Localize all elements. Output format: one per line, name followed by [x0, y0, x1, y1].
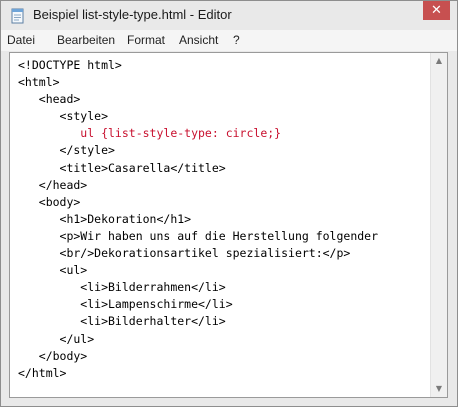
menu-bar: Datei Bearbeiten Format Ansicht ?	[1, 30, 457, 51]
vertical-scrollbar[interactable]: ▲ ▼	[430, 53, 447, 397]
code-line: <title>Casarella</title>	[18, 160, 226, 175]
notepad-icon	[11, 8, 24, 24]
code-line: <p>Wir haben uns auf die Herstellung fol…	[18, 228, 379, 243]
code-line: <li>Bilderrahmen</li>	[18, 280, 226, 295]
code-line: </body>	[18, 348, 88, 363]
menu-format[interactable]: Format	[127, 33, 165, 47]
code-line: <body>	[18, 194, 81, 209]
code-line: <li>Lampenschirme</li>	[18, 297, 233, 312]
window-title: Beispiel list-style-type.html - Editor	[33, 7, 232, 22]
scroll-up-icon[interactable]: ▲	[431, 53, 447, 69]
title-bar[interactable]: Beispiel list-style-type.html - Editor ✕	[1, 1, 457, 29]
code-line: <li>Bilderhalter</li>	[18, 314, 226, 329]
code-line: <style>	[18, 109, 109, 124]
code-line: <head>	[18, 92, 81, 107]
code-line: </head>	[18, 177, 88, 192]
scroll-down-icon[interactable]: ▼	[431, 381, 447, 397]
code-line: </ul>	[18, 331, 95, 346]
code-line: <h1>Dekoration</h1>	[18, 211, 192, 226]
code-line: </html>	[18, 365, 67, 380]
menu-bearbeiten[interactable]: Bearbeiten	[57, 33, 115, 47]
code-line: </style>	[18, 143, 115, 158]
text-editor-area[interactable]: <!DOCTYPE html> <html> <head> <style> ul…	[9, 52, 448, 398]
code-line: <ul>	[18, 263, 88, 278]
code-content: <!DOCTYPE html> <html> <head> <style> ul…	[18, 57, 378, 382]
close-button[interactable]: ✕	[423, 1, 450, 20]
editor-window: Beispiel list-style-type.html - Editor ✕…	[0, 0, 458, 407]
menu-ansicht[interactable]: Ansicht	[179, 33, 218, 47]
code-line-css-rule: ul {list-style-type: circle;}	[18, 126, 282, 141]
menu-datei[interactable]: Datei	[7, 33, 35, 47]
menu-help[interactable]: ?	[233, 33, 240, 47]
code-line: <!DOCTYPE html>	[18, 58, 122, 72]
code-line: <br/>Dekorationsartikel spezialisiert:</…	[18, 246, 351, 261]
code-line: <html>	[18, 75, 60, 90]
